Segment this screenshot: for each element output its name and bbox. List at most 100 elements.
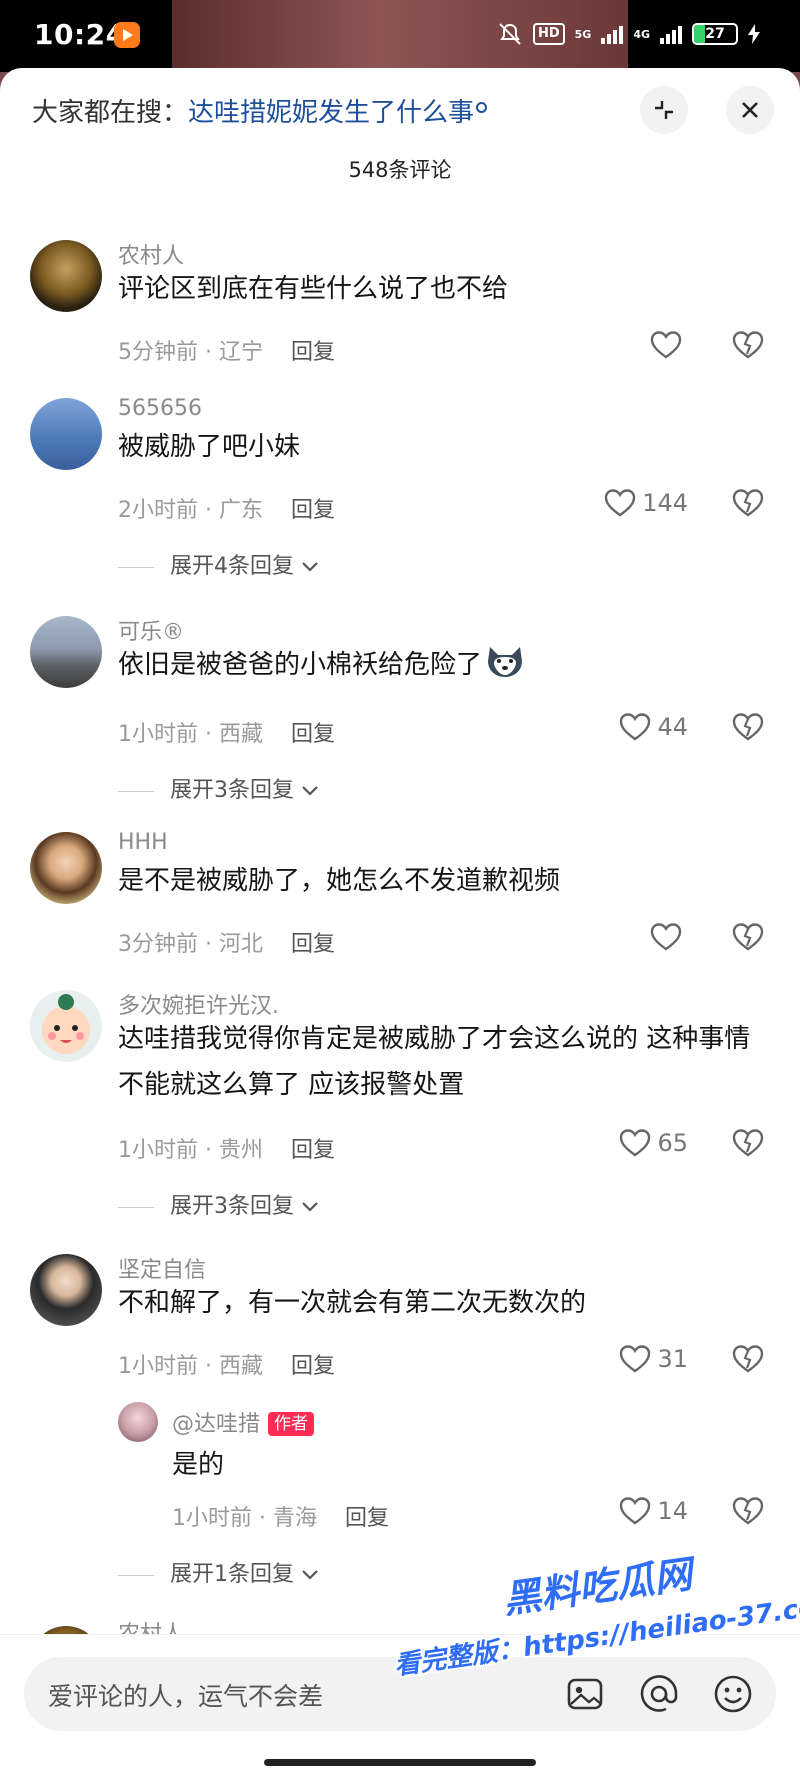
hd-badge: HD bbox=[532, 23, 565, 45]
heart-icon bbox=[604, 489, 636, 517]
search-query-link[interactable]: 达哇措妮妮发生了什么事 bbox=[188, 98, 474, 128]
like-button[interactable]: 65 bbox=[619, 1128, 688, 1158]
comment-time: 1小时前 bbox=[118, 722, 198, 747]
comment-username[interactable]: 565656 bbox=[118, 396, 202, 421]
avatar[interactable] bbox=[30, 1254, 102, 1326]
avatar[interactable] bbox=[30, 990, 102, 1062]
comment-text: 依旧是被爸爸的小棉袄给危险了 bbox=[118, 642, 760, 688]
broken-heart-icon bbox=[732, 1345, 764, 1373]
dislike-button[interactable] bbox=[732, 1496, 764, 1530]
collapse-icon bbox=[655, 101, 673, 119]
like-button[interactable]: 44 bbox=[619, 712, 688, 742]
expand-replies-label: 展开4条回复 bbox=[170, 554, 294, 579]
reply-time: 1小时前 bbox=[172, 1506, 252, 1531]
status-bar: 10:24 HD 5G 4G 27 bbox=[0, 0, 800, 72]
comment-text-content: 依旧是被爸爸的小棉袄给危险了 bbox=[118, 650, 483, 680]
comment-location: 西藏 bbox=[218, 722, 263, 747]
comment-text: 不和解了，有一次就会有第二次无数次的 bbox=[118, 1288, 587, 1318]
comment-meta: 3分钟前 · 河北 回复 bbox=[118, 932, 336, 957]
avatar[interactable] bbox=[118, 1402, 158, 1442]
mute-bell-icon bbox=[499, 23, 521, 45]
divider bbox=[118, 1574, 154, 1576]
reply-text: 是的 bbox=[172, 1450, 225, 1480]
emoji-icon[interactable] bbox=[710, 1671, 756, 1717]
avatar[interactable] bbox=[30, 398, 102, 470]
network-4g-label: 4G bbox=[633, 27, 650, 41]
like-button[interactable]: 144 bbox=[604, 488, 688, 518]
collapse-button[interactable] bbox=[640, 86, 688, 134]
expand-replies-button[interactable]: 展开4条回复 bbox=[118, 548, 319, 580]
broken-heart-icon bbox=[732, 923, 764, 951]
divider bbox=[118, 790, 154, 792]
broken-heart-icon bbox=[732, 713, 764, 741]
dislike-button[interactable] bbox=[732, 488, 764, 522]
expand-replies-button[interactable]: 展开3条回复 bbox=[118, 1188, 319, 1220]
comment-input-placeholder: 爱评论的人，运气不会差 bbox=[48, 1682, 324, 1711]
divider bbox=[118, 566, 154, 568]
comment-time: 1小时前 bbox=[118, 1138, 198, 1163]
comment-text: 被威胁了吧小妹 bbox=[118, 432, 301, 462]
heart-icon bbox=[620, 1497, 651, 1525]
reply-username[interactable]: @达哇措 作者 bbox=[172, 1406, 315, 1438]
heart-icon bbox=[620, 713, 651, 741]
comment-count: 548条评论 bbox=[348, 158, 452, 182]
like-button[interactable]: 14 bbox=[619, 1496, 688, 1526]
expand-replies-button[interactable]: 展开3条回复 bbox=[118, 772, 319, 804]
like-count: 14 bbox=[657, 1497, 688, 1525]
heart-icon bbox=[620, 1129, 651, 1157]
heart-icon bbox=[650, 923, 682, 951]
reply-button[interactable]: 回复 bbox=[291, 340, 335, 365]
like-button[interactable]: 31 bbox=[619, 1344, 688, 1374]
comment-location: 辽宁 bbox=[218, 340, 263, 365]
comment-meta: 1小时前 · 贵州 回复 bbox=[118, 1138, 336, 1163]
dislike-button[interactable] bbox=[732, 712, 764, 746]
comment-username[interactable]: HHH bbox=[118, 830, 168, 855]
chevron-down-icon bbox=[302, 786, 318, 796]
signal-4g-icon bbox=[660, 24, 682, 44]
home-indicator[interactable] bbox=[264, 1759, 536, 1766]
comment-time: 1小时前 bbox=[118, 1354, 198, 1379]
search-prefix: 大家都在搜： bbox=[32, 98, 189, 128]
reply-username-text: @达哇措 bbox=[172, 1412, 261, 1437]
like-count: 31 bbox=[657, 1345, 688, 1373]
like-button[interactable] bbox=[650, 330, 688, 360]
dislike-button[interactable] bbox=[732, 1344, 764, 1378]
reply-button[interactable]: 回复 bbox=[291, 722, 335, 747]
comment-meta: 5分钟前 · 辽宁 回复 bbox=[118, 340, 336, 365]
broken-heart-icon bbox=[732, 331, 764, 359]
reply-meta: 1小时前 · 青海 回复 bbox=[172, 1506, 390, 1531]
like-button[interactable] bbox=[650, 922, 688, 952]
dislike-button[interactable] bbox=[732, 922, 764, 956]
avatar[interactable] bbox=[30, 832, 102, 904]
reply-button[interactable]: 回复 bbox=[345, 1506, 389, 1531]
expand-replies-button[interactable]: 展开1条回复 bbox=[118, 1556, 319, 1588]
comment-time: 3分钟前 bbox=[118, 932, 198, 957]
avatar[interactable] bbox=[30, 616, 102, 688]
status-time: 10:24 bbox=[34, 18, 126, 51]
reply-button[interactable]: 回复 bbox=[291, 1354, 335, 1379]
search-suggestion[interactable]: 大家都在搜：达哇措妮妮发生了什么事 bbox=[32, 92, 488, 129]
avatar[interactable] bbox=[30, 240, 102, 312]
reply-button[interactable]: 回复 bbox=[291, 498, 335, 523]
author-badge: 作者 bbox=[268, 1412, 315, 1436]
reply-button[interactable]: 回复 bbox=[291, 932, 335, 957]
comment-text: 评论区到底在有些什么说了也不给 bbox=[118, 274, 509, 304]
close-button[interactable] bbox=[726, 86, 774, 134]
husky-emoji-icon bbox=[488, 647, 523, 677]
like-count: 44 bbox=[657, 713, 688, 741]
comment-time: 2小时前 bbox=[118, 498, 198, 523]
like-count: 144 bbox=[642, 489, 688, 517]
comment-sheet: 大家都在搜：达哇措妮妮发生了什么事 548条评论 农村人 评论区到底在有些什么说… bbox=[0, 68, 800, 1778]
comment-text: 达哇措我觉得你肯定是被威胁了才会这么说的 这种事情不能就这么算了 应该报警处置 bbox=[118, 1024, 751, 1100]
image-icon[interactable] bbox=[562, 1671, 608, 1717]
dislike-button[interactable] bbox=[732, 1128, 764, 1162]
comment-location: 贵州 bbox=[218, 1138, 263, 1163]
at-icon[interactable] bbox=[636, 1671, 682, 1717]
reply-button[interactable]: 回复 bbox=[291, 1138, 335, 1163]
comment-meta: 2小时前 · 广东 回复 bbox=[118, 498, 336, 523]
dislike-button[interactable] bbox=[732, 330, 764, 364]
app-notification-icon bbox=[114, 22, 140, 48]
comment-location: 广东 bbox=[218, 498, 263, 523]
signal-5g-icon bbox=[601, 24, 624, 44]
comment-input[interactable]: 爱评论的人，运气不会差 bbox=[24, 1657, 776, 1731]
